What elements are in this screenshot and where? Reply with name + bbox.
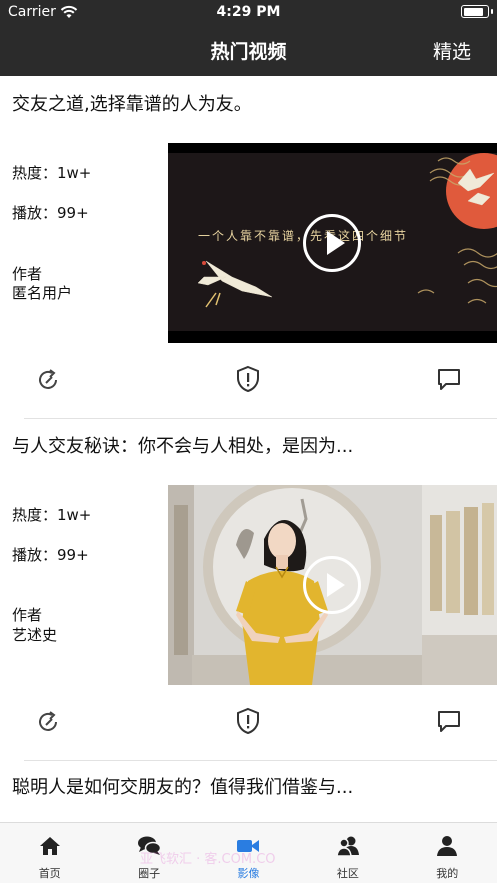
- video-title[interactable]: 与人交友秘诀：你不会与人相处，是因为...: [12, 432, 353, 458]
- nav-bar: 热门视频 精选: [0, 24, 497, 76]
- tab-home[interactable]: 首页: [0, 823, 99, 883]
- status-bar: Carrier 4:29 PM: [0, 0, 497, 24]
- heat-label: 热度：1w+: [12, 164, 92, 182]
- heat-label: 热度：1w+: [12, 506, 92, 524]
- plays-label: 播放：99+: [12, 204, 89, 222]
- tab-label: 我的: [436, 867, 459, 880]
- tab-label: 圈子: [138, 867, 161, 880]
- report-shield-icon[interactable]: [233, 706, 263, 736]
- video-title[interactable]: 聪明人是如何交朋友的？值得我们借鉴与...: [12, 773, 353, 799]
- share-icon[interactable]: [34, 707, 64, 737]
- clock: 4:29 PM: [216, 4, 281, 20]
- author-label: 作者: [12, 606, 43, 624]
- video-thumbnail[interactable]: [168, 485, 497, 685]
- page-title: 热门视频: [210, 41, 287, 63]
- tab-label: 首页: [38, 867, 61, 880]
- community-icon: [336, 836, 359, 857]
- tab-community[interactable]: 社区: [298, 823, 397, 883]
- watermark: 亚飞软汇 · 客.COM.CO: [140, 852, 276, 867]
- comment-icon[interactable]: [434, 706, 464, 736]
- tab-profile[interactable]: 我的: [398, 823, 497, 883]
- play-button[interactable]: [303, 214, 361, 272]
- featured-button[interactable]: 精选: [433, 37, 471, 64]
- divider: [24, 418, 497, 419]
- video-thumbnail[interactable]: 一个人靠不靠谱，先看这四个细节: [168, 143, 497, 343]
- divider: [24, 760, 497, 761]
- tab-label: 社区: [336, 867, 359, 880]
- battery-icon: [461, 5, 493, 18]
- author-name: 匿名用户: [12, 284, 73, 302]
- author-name: 艺述史: [12, 626, 58, 644]
- home-icon: [39, 837, 60, 855]
- plays-label: 播放：99+: [12, 546, 89, 564]
- author-label: 作者: [12, 265, 43, 283]
- share-icon[interactable]: [34, 365, 64, 395]
- play-button[interactable]: [303, 556, 361, 614]
- profile-icon: [437, 836, 458, 856]
- video-title[interactable]: 交友之道,选择靠谱的人为友。: [12, 90, 252, 116]
- comment-icon[interactable]: [434, 364, 464, 394]
- tab-label: 影像: [237, 867, 260, 880]
- report-shield-icon[interactable]: [233, 364, 263, 394]
